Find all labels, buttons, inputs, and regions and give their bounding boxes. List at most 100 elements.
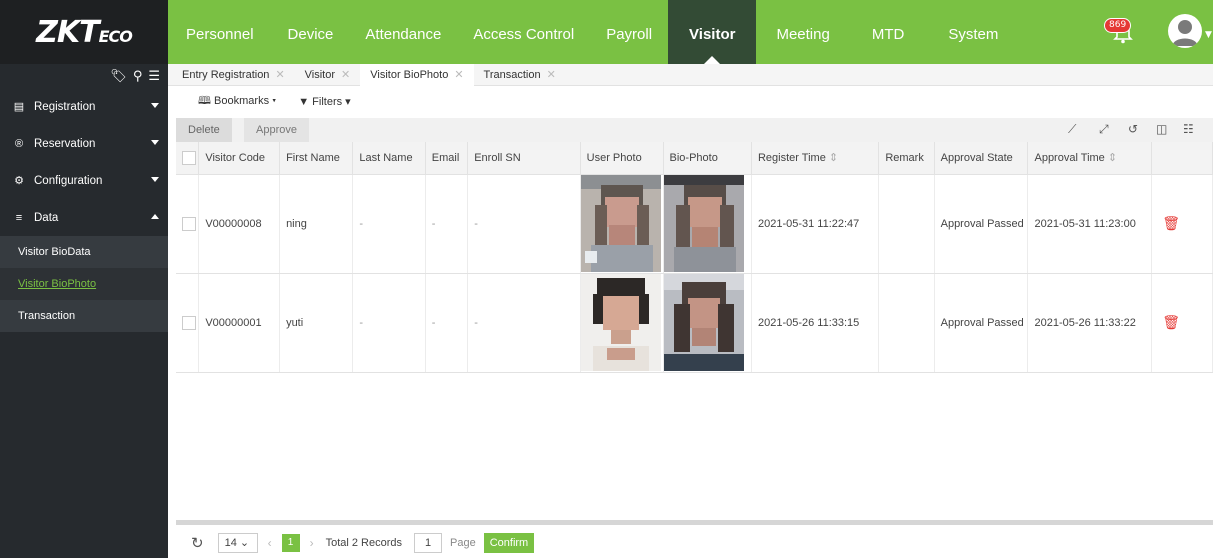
nav-mtd[interactable]: MTD [850, 0, 927, 64]
search-icon[interactable]: ⚲ [133, 69, 143, 84]
approval-state: Approval Passed [934, 174, 1029, 274]
page-size-select[interactable]: 14 ⌄ [217, 532, 258, 553]
sidebar-item-transaction[interactable]: Transaction [0, 300, 168, 332]
select-all-checkbox[interactable] [182, 150, 196, 165]
approval-time: 2021-05-31 11:23:00 [1027, 174, 1153, 274]
database-icon: ≡ [15, 211, 23, 224]
sidebar-group-label: Registration [34, 100, 96, 113]
page-size-value: 14 [224, 536, 237, 549]
tab-label: Transaction [483, 69, 541, 81]
registered-icon: ® [14, 137, 24, 150]
confirm-button[interactable]: Confirm [483, 532, 535, 553]
nav-meeting[interactable]: Meeting [756, 0, 849, 64]
col-user-photo: User Photo [580, 142, 664, 175]
zkteco-logo: ZKTECO [0, 0, 168, 64]
refresh-icon[interactable]: ↺ [1128, 122, 1138, 136]
trash-icon[interactable]: 🗑 [1162, 215, 1180, 231]
nav-payroll[interactable]: Payroll [590, 0, 668, 64]
next-page-icon[interactable]: › [310, 536, 314, 550]
tab-bar: Entry Registration ✕ Visitor ✕ Visitor Bio… [168, 64, 1213, 86]
bio-photo[interactable] [663, 175, 744, 272]
visitor-code: V00000001 [198, 273, 281, 373]
nav-device[interactable]: Device [272, 0, 350, 64]
trash-icon[interactable]: 🗑 [1162, 314, 1180, 330]
horizontal-scrollbar[interactable] [176, 520, 1213, 525]
nav-attendance[interactable]: Attendance [349, 0, 457, 64]
user-avatar[interactable] [1168, 14, 1202, 48]
sort-icon[interactable]: ⇕ [829, 152, 838, 164]
tab-visitor-biophoto[interactable]: Visitor BioPhoto ✕ [360, 64, 474, 86]
operation-bar: Delete Approve [176, 118, 1213, 142]
sidebar-group-configuration[interactable]: ⚙ Configuration [0, 162, 168, 199]
sidebar-tools: 🏷 ⚲ ☰ [0, 64, 168, 88]
first-name: yuti [279, 273, 354, 373]
caret-down-icon [151, 177, 159, 182]
user-photo[interactable] [580, 274, 661, 371]
main-content: Entry Registration ✕ Visitor ✕ Visitor Bio… [168, 64, 1213, 558]
approval-time: 2021-05-26 11:33:22 [1027, 273, 1153, 373]
wand-icon[interactable]: ⟋ [1068, 122, 1076, 137]
row-checkbox[interactable] [182, 216, 196, 231]
register-time: 2021-05-26 11:33:15 [751, 273, 880, 373]
chevron-down-icon[interactable]: ▼ [1205, 30, 1212, 40]
close-icon[interactable]: ✕ [341, 69, 350, 81]
prev-page-icon[interactable]: ‹ [268, 536, 272, 550]
col-approval-time[interactable]: Approval Time ⇕ [1027, 142, 1153, 175]
col-label: Register Time [757, 152, 826, 165]
col-register-time[interactable]: Register Time ⇕ [751, 142, 880, 175]
email: - [425, 273, 469, 373]
sidebar-group-registration[interactable]: ▤ Registration [0, 88, 168, 125]
main-nav: Personnel Device Attendance Access Contr… [168, 0, 1020, 64]
sidebar: 🏷 ⚲ ☰ ▤ Registration ® Reservation ⚙ Config… [0, 64, 168, 558]
settings-sliders-icon[interactable]: ☷ [1183, 122, 1194, 136]
menu-list-icon[interactable]: ☰ [148, 69, 160, 84]
tag-icon[interactable]: 🏷 [110, 69, 127, 84]
columns-icon[interactable]: ◫ [1156, 122, 1167, 136]
col-enroll-sn: Enroll SN [467, 142, 581, 175]
refresh-icon[interactable]: ↻ [191, 534, 204, 552]
biophoto-table: Visitor Code First Name Last Name Email … [176, 142, 1213, 373]
nav-system[interactable]: System [926, 0, 1020, 64]
filters-dropdown[interactable]: ▼ Filters ▾ [298, 95, 350, 108]
col-first-name: First Name [279, 142, 354, 175]
tab-label: Visitor [304, 69, 336, 81]
nav-access-control[interactable]: Access Control [457, 0, 590, 64]
gears-icon: ⚙ [14, 175, 24, 187]
actions-cell: 🗑 [1151, 273, 1213, 373]
nav-personnel[interactable]: Personnel [168, 0, 272, 64]
tab-visitor[interactable]: Visitor ✕ [295, 64, 361, 86]
bio-photo-cell [663, 174, 752, 274]
chevron-down-icon: ⌄ [239, 536, 250, 549]
col-label: Approval Time [1034, 152, 1105, 165]
user-photo[interactable] [580, 175, 661, 272]
nav-visitor[interactable]: Visitor [668, 0, 757, 64]
top-navbar: ZKTECO Personnel Device Attendance Acces… [0, 0, 1213, 64]
goto-page-input[interactable]: 1 [414, 532, 443, 553]
table-header-row: Visitor Code First Name Last Name Email … [176, 142, 1213, 175]
delete-button[interactable]: Delete [176, 118, 232, 142]
sort-icon[interactable]: ⇕ [1108, 152, 1117, 164]
bio-photo[interactable] [663, 274, 744, 371]
pagination-bar: ↻ 14 ⌄ ‹ 1 › Total 2 Records 1 Page Conf… [176, 527, 1213, 558]
table-row[interactable]: V00000001 yuti - - - 2021-05-26 11:33:15… [176, 273, 1213, 373]
sidebar-item-visitor-biodata[interactable]: Visitor BioData [0, 236, 168, 268]
bookmarks-dropdown[interactable]: 🕮 Bookmarks ▾ [198, 92, 276, 111]
approve-button[interactable]: Approve [244, 118, 309, 142]
tab-transaction[interactable]: Transaction ✕ [474, 64, 566, 86]
tab-entry-registration[interactable]: Entry Registration ✕ [172, 64, 295, 86]
fullscreen-icon[interactable]: ⤢ [1099, 122, 1109, 137]
tab-label: Visitor BioPhoto [370, 69, 449, 81]
close-icon[interactable]: ✕ [275, 69, 284, 81]
table-row[interactable]: V00000008 ning - - - 2021-05-31 11:22:47… [176, 174, 1213, 274]
col-last-name: Last Name [352, 142, 426, 175]
close-icon[interactable]: ✕ [454, 69, 463, 81]
sidebar-group-reservation[interactable]: ® Reservation [0, 125, 168, 162]
sidebar-group-data[interactable]: ≡ Data [0, 199, 168, 236]
enroll-sn: - [467, 174, 581, 274]
row-checkbox[interactable] [182, 315, 196, 330]
sidebar-item-visitor-biophoto[interactable]: Visitor BioPhoto [0, 268, 168, 300]
first-name: ning [279, 174, 354, 274]
current-page-button[interactable]: 1 [281, 533, 300, 552]
close-icon[interactable]: ✕ [547, 69, 556, 81]
col-actions [1151, 142, 1213, 175]
